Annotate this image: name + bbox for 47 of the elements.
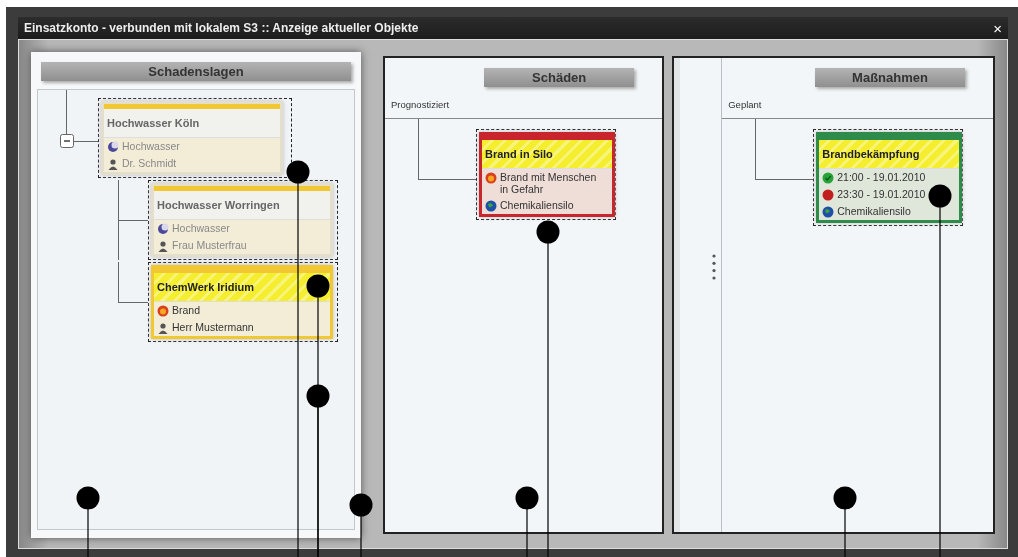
section-label: Prognostiziert [391, 99, 451, 110]
object-card[interactable]: Hochwasser Worringen Hochwasser Frau Musterfrau [151, 183, 333, 257]
panel-heading: Maßnahmen [815, 68, 965, 87]
card-title: Hochwasser Köln [104, 109, 280, 138]
card-title: Brandbekämpfung [819, 140, 960, 169]
moon-icon [107, 141, 119, 153]
panel-heading: Schäden [484, 68, 635, 87]
callout-marker [76, 486, 100, 557]
window-title: Einsatzkonto - verbunden mit lokalem S3 :: Anzeige aktueller Objekte [24, 21, 419, 35]
card-detail: Hochwasser [172, 222, 230, 234]
globe-icon [822, 206, 835, 218]
card-detail: Brand mit Menschen in Gefahr [500, 171, 598, 195]
person-icon [107, 158, 119, 170]
callout-marker [349, 493, 373, 557]
card-detail: Chemikaliensilo [837, 205, 911, 217]
dot-icon [822, 189, 835, 201]
card-detail: Hochwasser [122, 140, 180, 152]
object-card[interactable]: Brand in Silo Brand mit Menschen in Gefahr Chemikaliensilo [479, 132, 615, 217]
panel-heading: Schadenslagen [41, 62, 351, 81]
card-title: Hochwasser Worringen [154, 191, 330, 220]
flame-icon [157, 305, 169, 317]
section-label: Geplant [728, 99, 763, 110]
check-icon [822, 172, 835, 184]
object-card[interactable]: ChemWerk Iridium Brand Herr Mustermann [151, 265, 333, 339]
globe-icon [485, 200, 497, 212]
person-icon [157, 322, 169, 334]
moon-icon [157, 223, 169, 235]
tree-line [118, 262, 148, 303]
card-title: Brand in Silo [482, 140, 612, 169]
tree-line [418, 119, 476, 180]
object-card[interactable]: Brandbekämpfung 21:00 - 19.01.2010 23:30 - 19.01.2010 Chemikaliensilo [816, 132, 963, 223]
object-card[interactable]: Hochwasser Köln Hochwasser Dr. Schmidt [101, 101, 283, 175]
card-detail: 21:00 - 19.01.2010 [837, 171, 926, 183]
tree-line [118, 180, 148, 221]
card-detail: Dr. Schmidt [122, 157, 177, 169]
tree-line [755, 119, 814, 180]
card-detail: Chemikaliensilo [500, 199, 574, 211]
callout-marker [833, 486, 857, 557]
flame-icon [485, 172, 497, 184]
collapse-icon[interactable] [60, 134, 74, 148]
splitter-handle-icon[interactable] [712, 254, 717, 280]
card-detail: Frau Musterfrau [172, 239, 247, 251]
person-icon [157, 240, 169, 252]
card-detail: Herr Mustermann [172, 321, 254, 333]
card-detail: 23:30 - 19.01.2010 [837, 188, 926, 200]
close-button[interactable]: × [991, 20, 1004, 36]
card-detail: Brand [172, 304, 201, 316]
